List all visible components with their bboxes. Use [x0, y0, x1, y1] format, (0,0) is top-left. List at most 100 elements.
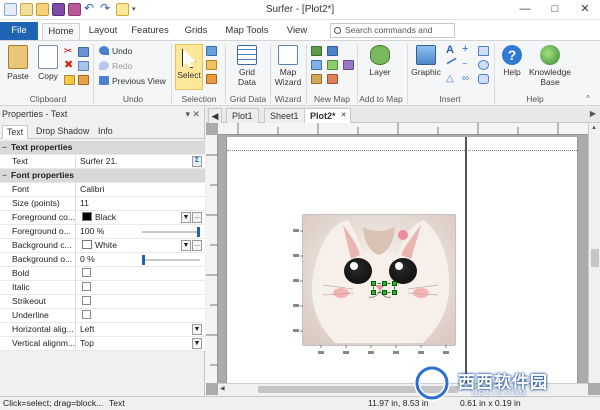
property-row-horizontal-alignment[interactable]: Horizontal alig... Left ▼ — [0, 323, 205, 337]
polygon-icon[interactable]: △ — [446, 74, 457, 84]
paste-special-icon[interactable] — [78, 47, 89, 57]
panel-controls[interactable]: ▾ ✕ — [185, 109, 200, 120]
selection-handle[interactable] — [392, 281, 397, 286]
help-button[interactable]: ? Help — [499, 45, 525, 77]
text-value-field[interactable]: Surfer 21. Σ — [80, 155, 202, 169]
property-row-background-opacity[interactable]: Background o... 0 % — [0, 253, 205, 267]
search-input[interactable]: Search commands and Hel... — [330, 23, 455, 48]
close-tab-icon[interactable]: ✕ — [341, 109, 347, 123]
chevron-down-icon[interactable]: ▼ — [192, 324, 202, 335]
selection-handle[interactable] — [392, 290, 397, 295]
vertical-scrollbar[interactable]: ▲ — [588, 123, 600, 383]
clipboard-icon[interactable] — [78, 75, 89, 85]
section-font-properties[interactable]: Font properties — [0, 169, 205, 183]
chevron-down-icon[interactable]: ▼ — [181, 240, 191, 251]
property-row-foreground-color[interactable]: Foreground co... Black ▼ ... — [0, 211, 205, 225]
knowledge-base-button[interactable]: Knowledge Base — [526, 45, 574, 87]
color-relief-map-icon[interactable] — [311, 74, 322, 84]
underline-checkbox[interactable] — [82, 310, 91, 319]
opacity-slider[interactable] — [142, 255, 200, 265]
tab-drop-shadow[interactable]: Drop Shadow — [32, 125, 93, 139]
tab-view[interactable]: View — [282, 23, 312, 40]
scrollbar-thumb[interactable] — [591, 249, 599, 267]
scroll-up-icon[interactable]: ▲ — [591, 125, 597, 131]
group-icon[interactable] — [206, 60, 217, 70]
slider-thumb[interactable] — [197, 227, 200, 237]
base-map-icon[interactable] — [311, 60, 322, 70]
close-button[interactable]: ✕ — [570, 0, 600, 20]
rectangle-icon[interactable] — [478, 46, 489, 56]
bold-checkbox[interactable] — [82, 268, 91, 277]
post-map-icon[interactable] — [327, 46, 338, 56]
select-button[interactable]: Select — [175, 44, 203, 90]
text-editor-icon[interactable]: Σ — [192, 156, 202, 167]
property-row-background-color[interactable]: Background c... White ▼ ... — [0, 239, 205, 253]
symbol-icon[interactable]: + — [462, 44, 473, 55]
property-row-text[interactable]: Text Surfer 21. Σ — [0, 155, 205, 169]
tab-grids[interactable]: Grids — [180, 23, 212, 40]
section-text-properties[interactable]: Text properties — [0, 141, 205, 155]
tab-file[interactable]: File — [0, 22, 38, 40]
property-row-foreground-opacity[interactable]: Foreground o... 100 % — [0, 225, 205, 239]
selection-handle[interactable] — [382, 281, 387, 286]
property-row-strikeout[interactable]: Strikeout — [0, 295, 205, 309]
link-icon[interactable]: ∞ — [462, 74, 473, 84]
rounded-rectangle-icon[interactable] — [478, 74, 489, 84]
scroll-left-icon[interactable]: ◀ — [220, 385, 225, 392]
block-select-icon[interactable] — [206, 46, 217, 56]
tabs-scroll-left-icon[interactable]: ◀ — [208, 108, 222, 123]
duplicate-icon[interactable] — [78, 61, 89, 71]
copy-button[interactable]: Copy — [34, 45, 62, 81]
3d-surface-map-icon[interactable] — [327, 60, 338, 70]
watershed-map-icon[interactable] — [327, 74, 338, 84]
opacity-slider[interactable] — [142, 227, 200, 237]
plot-canvas[interactable]: ▲ ◀ — [206, 123, 600, 395]
chevron-down-icon[interactable]: ▼ — [181, 212, 191, 223]
font-value[interactable]: Calibri — [80, 183, 202, 197]
tabs-scroll-right-icon[interactable]: ▶ — [590, 109, 596, 118]
maximize-button[interactable]: □ — [540, 0, 570, 20]
selection-handle[interactable] — [371, 281, 376, 286]
tab-text[interactable]: Text — [2, 125, 29, 139]
ellipsis-button[interactable]: ... — [192, 212, 202, 223]
selection-handle[interactable] — [371, 290, 376, 295]
size-value[interactable]: 11 — [80, 197, 202, 211]
previous-view-button[interactable]: Previous View — [99, 75, 166, 87]
tab-features[interactable]: Features — [128, 23, 172, 40]
ellipsis-button[interactable]: ... — [192, 240, 202, 251]
collapse-ribbon-icon[interactable]: ^ — [586, 94, 597, 104]
polyline-icon[interactable] — [446, 57, 457, 65]
delete-icon[interactable]: ✖ — [64, 60, 75, 71]
paste-button[interactable]: Paste — [4, 45, 32, 81]
tab-plot1[interactable]: Plot1 — [226, 108, 259, 123]
tab-map-tools[interactable]: Map Tools — [222, 23, 272, 40]
background-color-select[interactable]: White ▼ ... — [80, 239, 202, 253]
property-row-font[interactable]: Font Calibri — [0, 183, 205, 197]
foreground-color-select[interactable]: Black ▼ ... — [80, 211, 202, 225]
format-painter-icon[interactable] — [64, 75, 75, 85]
contour-map-icon[interactable] — [311, 46, 322, 56]
map-wizard-button[interactable]: Map Wizard — [273, 45, 303, 87]
property-row-vertical-alignment[interactable]: Vertical alignm... Top ▼ — [0, 337, 205, 351]
redo-button[interactable]: Redo — [99, 60, 132, 72]
chevron-down-icon[interactable]: ▼ — [192, 338, 202, 349]
background-opacity-control[interactable]: 0 % — [80, 253, 202, 267]
foreground-opacity-control[interactable]: 100 % — [80, 225, 202, 239]
tab-plot2[interactable]: Plot2* ✕ — [304, 108, 351, 123]
ellipse-icon[interactable] — [478, 60, 489, 70]
vector-map-icon[interactable] — [343, 60, 354, 70]
property-row-underline[interactable]: Underline — [0, 309, 205, 323]
property-row-size[interactable]: Size (points) 11 — [0, 197, 205, 211]
plot-page[interactable] — [226, 137, 579, 383]
property-row-italic[interactable]: Italic — [0, 281, 205, 295]
cut-icon[interactable]: ✂ — [64, 47, 75, 57]
tab-home[interactable]: Home — [42, 23, 80, 40]
slider-thumb[interactable] — [142, 255, 145, 265]
tab-info[interactable]: Info — [94, 125, 117, 139]
strikeout-checkbox[interactable] — [82, 296, 91, 305]
vertical-alignment-select[interactable]: Top ▼ — [80, 337, 202, 351]
undo-button[interactable]: Undo — [99, 45, 132, 57]
grid-data-button[interactable]: Grid Data — [229, 45, 265, 87]
spline-icon[interactable]: ~ — [462, 60, 473, 70]
image-plot[interactable] — [291, 211, 457, 359]
